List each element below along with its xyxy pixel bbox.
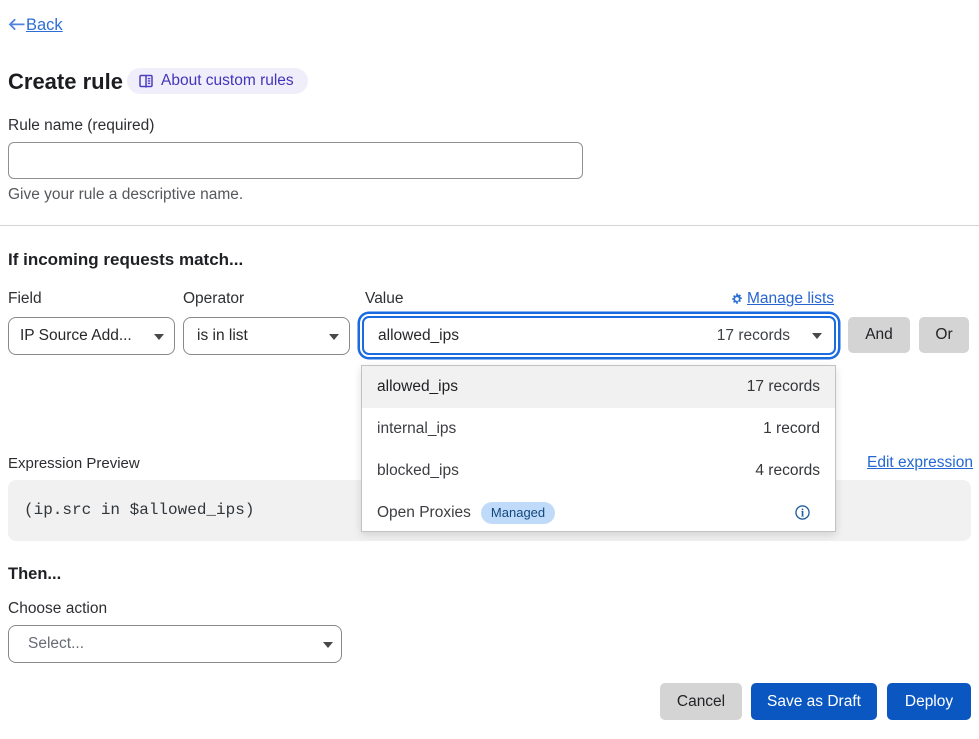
svg-text:i: i [801,507,805,520]
